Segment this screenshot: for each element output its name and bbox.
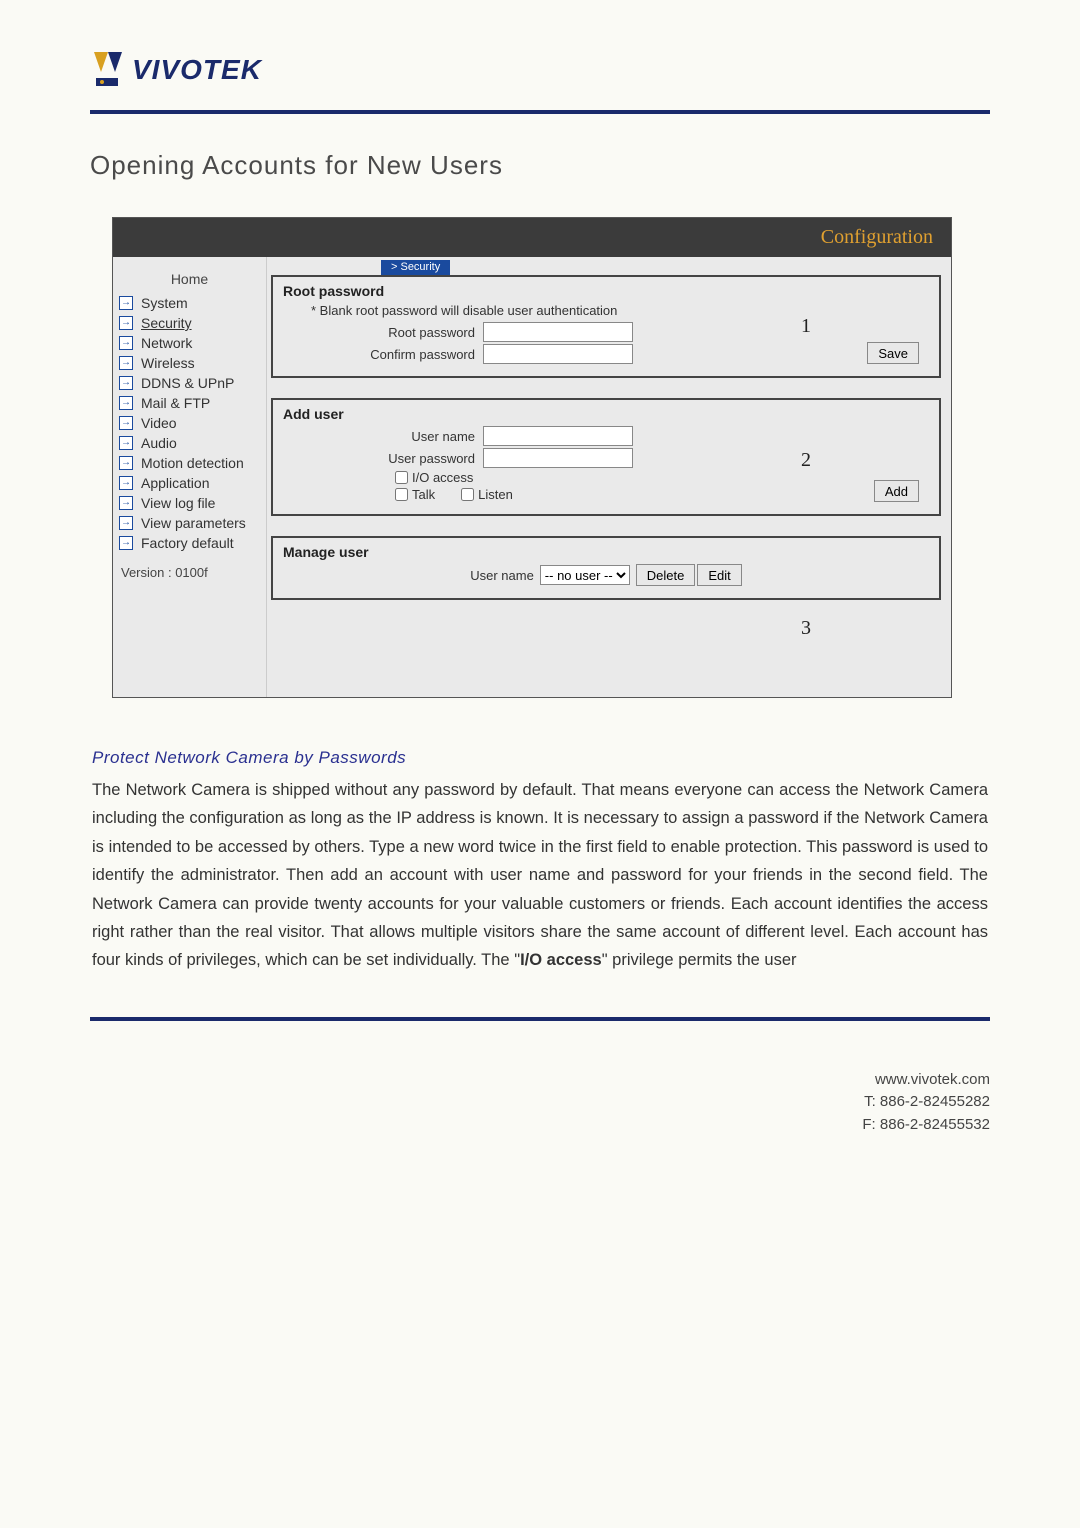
- listen-label: Listen: [478, 487, 513, 502]
- sidebar-item-label: DDNS & UPnP: [141, 375, 234, 391]
- listen-checkbox[interactable]: [461, 488, 474, 501]
- sidebar-item-view-parameters[interactable]: → View parameters: [113, 513, 266, 533]
- footer-tel: T: 886-2-82455282: [90, 1091, 990, 1114]
- footer: www.vivotek.com T: 886-2-82455282 F: 886…: [90, 1069, 990, 1137]
- arrow-right-icon: →: [119, 396, 133, 410]
- add-user-panel: Add user User name User password I/O acc…: [271, 398, 941, 516]
- root-password-input[interactable]: [483, 322, 633, 342]
- talk-label: Talk: [412, 487, 435, 502]
- arrow-right-icon: →: [119, 316, 133, 330]
- panel-note: * Blank root password will disable user …: [311, 303, 929, 318]
- arrow-right-icon: →: [119, 476, 133, 490]
- sidebar-item-factory-default[interactable]: → Factory default: [113, 533, 266, 553]
- confirm-password-label: Confirm password: [283, 347, 483, 362]
- save-button[interactable]: Save: [867, 342, 919, 364]
- io-access-checkbox[interactable]: [395, 471, 408, 484]
- sidebar-item-mail-ftp[interactable]: → Mail & FTP: [113, 393, 266, 413]
- sidebar-item-label: Application: [141, 475, 210, 491]
- manage-user-name-label: User name: [470, 568, 534, 583]
- sidebar-item-label: Wireless: [141, 355, 195, 371]
- para-text-2: " privilege permits the user: [602, 951, 797, 969]
- sidebar-item-motion-detection[interactable]: → Motion detection: [113, 453, 266, 473]
- io-access-label: I/O access: [412, 470, 473, 485]
- panel-title: Root password: [283, 283, 929, 299]
- sidebar-item-label: View log file: [141, 495, 215, 511]
- arrow-right-icon: →: [119, 416, 133, 430]
- page-title: Opening Accounts for New Users: [90, 150, 990, 181]
- arrow-right-icon: →: [119, 516, 133, 530]
- para-text-1: The Network Camera is shipped without an…: [92, 781, 988, 969]
- sidebar-item-label: Network: [141, 335, 192, 351]
- arrow-right-icon: →: [119, 436, 133, 450]
- sidebar-item-label: Factory default: [141, 535, 234, 551]
- logo: VIVOTEK: [90, 50, 990, 90]
- user-name-input[interactable]: [483, 426, 633, 446]
- sidebar-item-video[interactable]: → Video: [113, 413, 266, 433]
- arrow-right-icon: →: [119, 456, 133, 470]
- user-password-label: User password: [283, 451, 483, 466]
- root-password-panel: Root password * Blank root password will…: [271, 275, 941, 378]
- arrow-right-icon: →: [119, 376, 133, 390]
- bottom-divider: [90, 1017, 990, 1021]
- logo-text: VIVOTEK: [132, 54, 262, 86]
- sidebar-item-label: Motion detection: [141, 455, 244, 471]
- confirm-password-input[interactable]: [483, 344, 633, 364]
- sidebar-item-audio[interactable]: → Audio: [113, 433, 266, 453]
- sidebar-item-ddns-upnp[interactable]: → DDNS & UPnP: [113, 373, 266, 393]
- footer-fax: F: 886-2-82455532: [90, 1114, 990, 1137]
- sidebar-item-label: Security: [141, 315, 192, 331]
- arrow-right-icon: →: [119, 336, 133, 350]
- user-password-input[interactable]: [483, 448, 633, 468]
- arrow-right-icon: →: [119, 536, 133, 550]
- section-tab: > Security: [381, 260, 450, 275]
- footer-url: www.vivotek.com: [90, 1069, 990, 1092]
- sidebar-item-label: System: [141, 295, 188, 311]
- talk-checkbox[interactable]: [395, 488, 408, 501]
- sidebar-item-application[interactable]: → Application: [113, 473, 266, 493]
- callout-3: 3: [801, 617, 811, 640]
- edit-button[interactable]: Edit: [697, 564, 741, 586]
- arrow-right-icon: →: [119, 356, 133, 370]
- panel-title: Manage user: [283, 544, 929, 560]
- arrow-right-icon: →: [119, 296, 133, 310]
- body-paragraph: The Network Camera is shipped without an…: [92, 776, 988, 975]
- user-select[interactable]: -- no user --: [540, 565, 630, 585]
- delete-button[interactable]: Delete: [636, 564, 696, 586]
- panel-title: Add user: [283, 406, 929, 422]
- sidebar-item-wireless[interactable]: → Wireless: [113, 353, 266, 373]
- callout-2: 2: [801, 449, 811, 472]
- top-divider: [90, 110, 990, 114]
- sidebar-item-security[interactable]: → Security: [113, 313, 266, 333]
- sidebar-item-system[interactable]: → System: [113, 293, 266, 313]
- manage-user-panel: Manage user User name -- no user -- Dele…: [271, 536, 941, 600]
- callout-1: 1: [801, 315, 811, 338]
- subheading: Protect Network Camera by Passwords: [92, 748, 988, 768]
- sidebar-item-label: Mail & FTP: [141, 395, 210, 411]
- para-bold: I/O access: [520, 951, 602, 969]
- config-banner: Configuration: [113, 218, 951, 257]
- main-panel-area: > Security Root password * Blank root pa…: [267, 257, 951, 697]
- user-name-label: User name: [283, 429, 483, 444]
- config-window: Configuration Home → System → Security →…: [112, 217, 952, 698]
- add-button[interactable]: Add: [874, 480, 919, 502]
- arrow-right-icon: →: [119, 496, 133, 510]
- sidebar-item-network[interactable]: → Network: [113, 333, 266, 353]
- logo-mark-icon: [90, 50, 126, 90]
- sidebar-item-label: View parameters: [141, 515, 246, 531]
- root-password-label: Root password: [283, 325, 483, 340]
- version-text: Version : 0100f: [113, 553, 266, 580]
- sidebar: Home → System → Security → Network → Wir…: [113, 257, 267, 697]
- sidebar-item-label: Video: [141, 415, 177, 431]
- sidebar-home[interactable]: Home: [113, 267, 266, 293]
- sidebar-item-label: Audio: [141, 435, 177, 451]
- sidebar-item-view-log[interactable]: → View log file: [113, 493, 266, 513]
